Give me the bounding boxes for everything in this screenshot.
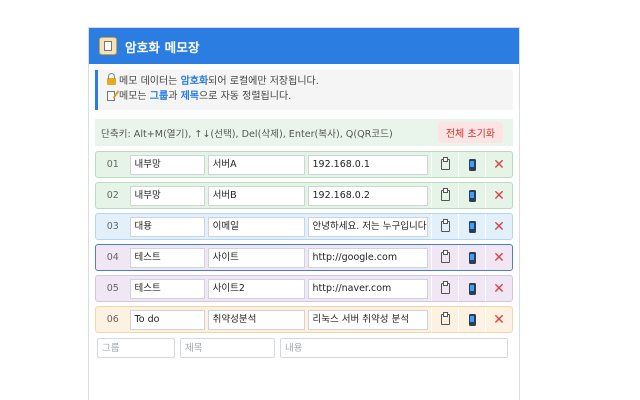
memo-row[interactable]: 05 테스트 사이트2 http://naver.com ✕ bbox=[95, 275, 513, 302]
memo-number: 04 bbox=[106, 252, 119, 263]
delete-button[interactable]: ✕ bbox=[485, 152, 512, 177]
memo-group-field[interactable]: 대용 bbox=[129, 216, 205, 237]
memo-number: 02 bbox=[106, 190, 119, 201]
memo-row[interactable]: 01 내부망 서버A 192.168.0.1 ✕ bbox=[95, 151, 513, 178]
copy-button[interactable] bbox=[431, 276, 458, 301]
clipboard-icon bbox=[440, 219, 450, 232]
memo-group-field[interactable]: 내부망 bbox=[129, 154, 205, 175]
memo-title-field[interactable]: 사이트 bbox=[207, 247, 305, 268]
clipboard-icon bbox=[440, 281, 450, 294]
clipboard-icon bbox=[440, 188, 450, 201]
app-title: 암호화 메모장 bbox=[125, 39, 200, 55]
clipboard-icon bbox=[440, 312, 450, 325]
lock-icon bbox=[107, 73, 116, 85]
memo-number: 01 bbox=[106, 159, 119, 170]
memo-content-field[interactable]: 안녕하세요. 저는 누구입니다 bbox=[307, 216, 428, 237]
new-memo-row bbox=[97, 337, 519, 359]
memo-content-field[interactable]: 192.168.0.2 bbox=[307, 185, 428, 206]
memo-content-field[interactable]: 192.168.0.1 bbox=[307, 154, 428, 175]
memo-title-field[interactable]: 서버B bbox=[207, 185, 305, 206]
close-icon: ✕ bbox=[493, 187, 505, 204]
qr-button[interactable] bbox=[458, 245, 485, 270]
memo-title-field[interactable]: 서버A bbox=[207, 154, 305, 175]
close-icon: ✕ bbox=[493, 311, 505, 328]
copy-button[interactable] bbox=[431, 214, 458, 239]
memo-title-field[interactable]: 사이트2 bbox=[207, 278, 305, 299]
memo-row[interactable]: 03 대용 이메일 안녕하세요. 저는 누구입니다 ✕ bbox=[95, 213, 513, 240]
qr-button[interactable] bbox=[458, 276, 485, 301]
mobile-phone-icon bbox=[468, 189, 476, 202]
close-icon: ✕ bbox=[493, 249, 505, 266]
memo-actions: ✕ bbox=[431, 214, 512, 239]
copy-button[interactable] bbox=[431, 307, 458, 332]
mobile-phone-icon bbox=[468, 282, 476, 295]
info-box: 메모 데이터는 암호화되어 로컬에만 저장됩니다. 메모는 그룹과 제목으로 자… bbox=[95, 70, 513, 110]
memo-content-field[interactable]: http://naver.com bbox=[307, 278, 428, 299]
memo-title-field[interactable]: 취약성분석 bbox=[207, 309, 305, 330]
notepad-icon bbox=[99, 37, 117, 55]
memo-content-field[interactable]: http://google.com bbox=[307, 247, 428, 268]
qr-button[interactable] bbox=[458, 214, 485, 239]
memo-row[interactable]: 06 To do 취약성분석 리눅스 서버 취약성 분석 ✕ bbox=[95, 306, 513, 333]
memo-actions: ✕ bbox=[431, 245, 512, 270]
qr-button[interactable] bbox=[458, 183, 485, 208]
info-line-encryption: 메모 데이터는 암호화되어 로컬에만 저장됩니다. bbox=[106, 73, 513, 89]
reset-all-button[interactable]: 전체 초기화 bbox=[437, 122, 503, 143]
mobile-phone-icon bbox=[468, 313, 476, 326]
clipboard-icon bbox=[440, 157, 450, 170]
mobile-phone-icon bbox=[468, 158, 476, 171]
memo-actions: ✕ bbox=[431, 307, 512, 332]
memo-actions: ✕ bbox=[431, 183, 512, 208]
close-icon: ✕ bbox=[493, 218, 505, 235]
shortcut-text: 단축키: Alt+M(열기), ↑↓(선택), Del(삭제), Enter(복… bbox=[101, 128, 393, 140]
memo-row[interactable]: 02 내부망 서버B 192.168.0.2 ✕ bbox=[95, 182, 513, 209]
delete-button[interactable]: ✕ bbox=[485, 276, 512, 301]
delete-button[interactable]: ✕ bbox=[485, 245, 512, 270]
shortcut-bar: 단축키: Alt+M(열기), ↑↓(선택), Del(삭제), Enter(복… bbox=[95, 119, 513, 146]
title-bar: 암호화 메모장 bbox=[89, 28, 519, 64]
close-icon: ✕ bbox=[493, 156, 505, 173]
memo-panel: 암호화 메모장 메모 데이터는 암호화되어 로컬에만 저장됩니다. 메모는 그룹… bbox=[88, 27, 520, 400]
clipboard-icon bbox=[440, 250, 450, 263]
memo-content-field[interactable]: 리눅스 서버 취약성 분석 bbox=[307, 309, 428, 330]
delete-button[interactable]: ✕ bbox=[485, 307, 512, 332]
memo-actions: ✕ bbox=[431, 152, 512, 177]
memo-number: 06 bbox=[106, 314, 119, 325]
memo-list: 01 내부망 서버A 192.168.0.1 ✕ 02 내부망 서버B 192.168.0.2 ✕… bbox=[95, 151, 513, 333]
new-title-input[interactable] bbox=[180, 338, 275, 358]
memo-group-field[interactable]: 테스트 bbox=[129, 278, 205, 299]
new-content-input[interactable] bbox=[280, 338, 508, 358]
memo-group-field[interactable]: 테스트 bbox=[129, 247, 205, 268]
copy-button[interactable] bbox=[431, 245, 458, 270]
memo-group-field[interactable]: 내부망 bbox=[129, 185, 205, 206]
memo-group-field[interactable]: To do bbox=[129, 309, 205, 330]
memo-icon bbox=[107, 91, 115, 101]
memo-actions: ✕ bbox=[431, 276, 512, 301]
memo-row[interactable]: 04 테스트 사이트 http://google.com ✕ bbox=[95, 244, 513, 271]
delete-button[interactable]: ✕ bbox=[485, 183, 512, 208]
new-group-input[interactable] bbox=[97, 338, 175, 358]
mobile-phone-icon bbox=[468, 251, 476, 264]
copy-button[interactable] bbox=[431, 183, 458, 208]
info-line-sorting: 메모는 그룹과 제목으로 자동 정렬됩니다. bbox=[106, 89, 513, 104]
close-icon: ✕ bbox=[493, 280, 505, 297]
mobile-phone-icon bbox=[468, 220, 476, 233]
delete-button[interactable]: ✕ bbox=[485, 214, 512, 239]
memo-title-field[interactable]: 이메일 bbox=[207, 216, 305, 237]
qr-button[interactable] bbox=[458, 152, 485, 177]
memo-number: 03 bbox=[106, 221, 119, 232]
qr-button[interactable] bbox=[458, 307, 485, 332]
memo-number: 05 bbox=[106, 283, 119, 294]
copy-button[interactable] bbox=[431, 152, 458, 177]
